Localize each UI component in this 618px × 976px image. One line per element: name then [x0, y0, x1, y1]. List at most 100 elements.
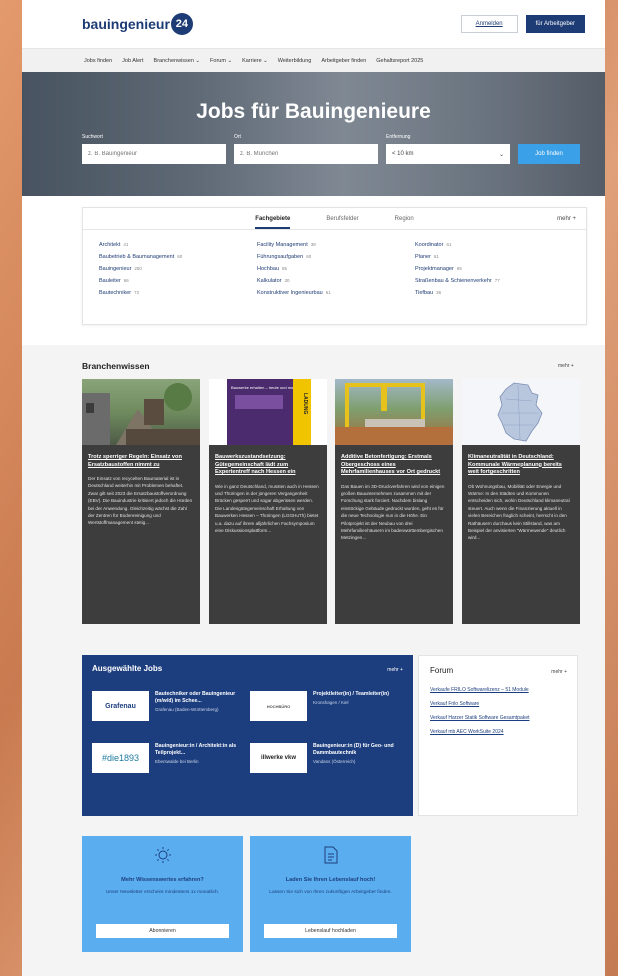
location-input[interactable] — [234, 144, 378, 164]
category-name: Facility Management — [257, 242, 308, 248]
category-item[interactable]: Planer 61 — [415, 254, 573, 260]
distance-select[interactable]: < 10 km ⌄ — [386, 144, 510, 164]
location-label: Ort — [234, 134, 241, 140]
company-logo: HOCHBÜRO — [250, 691, 307, 721]
category-item[interactable]: Baubetrieb & Baumanagement 60 — [99, 254, 257, 260]
job-item[interactable]: illwerke vkw Bauingenieur:in (D) für Geo… — [250, 743, 408, 773]
distance-value: < 10 km — [392, 151, 414, 157]
job-location: Kronshagen / Kiel — [313, 700, 349, 705]
page: bauingenieur 24 Anmelden für Arbeitgeber… — [22, 0, 605, 976]
login-button[interactable]: Anmelden — [460, 15, 518, 33]
category-item[interactable]: Konstruktiver Ingenieurbau 61 — [257, 290, 415, 296]
nav-item-karriere[interactable]: Karriere ⌄ — [242, 58, 268, 64]
category-item[interactable]: Straßenbau & Schienenverkehr 77 — [415, 278, 573, 284]
tab-fachgebiete[interactable]: Fachgebiete — [255, 216, 291, 229]
lightbulb-icon — [82, 846, 243, 869]
hero-title: Jobs für Bauingenieure — [196, 100, 431, 123]
forum-thread-link[interactable]: Verkauf mb AEC WorkSuite 2024 — [430, 729, 570, 736]
nav-item-jobs-finden[interactable]: Jobs finden — [84, 58, 112, 64]
employer-button[interactable]: für Arbeitgeber — [525, 15, 585, 33]
cv-upload-title: Laden Sie Ihren Lebenslauf hoch! — [285, 877, 376, 883]
subscribe-button[interactable]: Abonnieren — [96, 924, 229, 938]
article-title[interactable]: Bauwerkszustandsetzung: Gütegemeinschaft… — [209, 445, 327, 477]
forum-thread-link[interactable]: Verkauf Harzer Statik Software Gesamtpak… — [430, 715, 570, 722]
forum-more-link[interactable]: mehr + — [551, 669, 567, 675]
category-count: 66 — [123, 278, 129, 283]
category-name: Baubetrieb & Baumanagement — [99, 254, 175, 260]
article-title[interactable]: Trotz sperriger Regeln: Einsatz von Ersa… — [82, 445, 200, 469]
job-item[interactable]: #die1893 Bauingenieur:in / Architekt:in … — [92, 743, 250, 773]
category-item[interactable]: Führungsaufgaben 60 — [257, 254, 415, 260]
company-logo: Grafenau — [92, 691, 149, 721]
category-count: 38 — [310, 242, 316, 247]
category-name: Bautechniker — [99, 290, 132, 296]
article-card[interactable]: Trotz sperriger Regeln: Einsatz von Ersa… — [82, 379, 200, 624]
job-item[interactable]: Grafenau Bautechniker oder Bauingenieur … — [92, 691, 250, 721]
category-count: 61 — [433, 254, 439, 259]
document-icon — [250, 846, 411, 869]
category-count: 30 — [284, 278, 290, 283]
3d-printing-site-photo — [335, 383, 453, 445]
forum-thread-link[interactable]: Verkauf Frilo Software — [430, 701, 570, 708]
job-title[interactable]: Bauingenieur:in / Architekt:in als Teilp… — [155, 743, 250, 757]
categories-more-link[interactable]: mehr + — [557, 216, 576, 222]
category-item[interactable]: Architekt 41 — [99, 242, 257, 248]
tab-region[interactable]: Region — [395, 216, 414, 229]
poster-text: Bauwerke erhalten – heute und morgen — [231, 385, 301, 390]
category-name: Konstruktiver Ingenieurbau — [257, 290, 323, 296]
branchenwissen-more-link[interactable]: mehr + — [558, 363, 574, 369]
category-name: Koordinator — [415, 242, 444, 248]
category-name: Architekt — [99, 242, 121, 248]
category-name: Bauleiter — [99, 278, 121, 284]
job-location: Vandans (Österreich) — [313, 759, 356, 764]
nav-item-forum[interactable]: Forum ⌄ — [210, 58, 232, 64]
category-item[interactable]: Hochbau 85 — [257, 266, 415, 272]
article-image — [82, 379, 200, 445]
forum-thread-link[interactable]: Verkaufe FRILO Softwarelizenz – 51 Modul… — [430, 687, 570, 694]
nav-item-job-alert[interactable]: Job Alert — [122, 58, 143, 64]
nav-item-arbeitgeber-finden[interactable]: Arbeitgeber finden — [321, 58, 366, 64]
event-poster-image: Bauwerke erhalten – heute und morgen LAD… — [227, 379, 311, 445]
nav-item-weiterbildung[interactable]: Weiterbildung — [278, 58, 312, 64]
category-count: 61 — [325, 290, 331, 295]
category-item[interactable]: Tiefbau 36 — [415, 290, 573, 296]
category-item[interactable]: Facility Management 38 — [257, 242, 415, 248]
article-image — [335, 379, 453, 445]
search-input[interactable] — [82, 144, 226, 164]
construction-site-photo — [82, 383, 200, 445]
category-item[interactable]: Projektmanager 85 — [415, 266, 573, 272]
job-item[interactable]: HOCHBÜRO Projektleiter(in) / Teamleiter(… — [250, 691, 408, 721]
category-count: 61 — [446, 242, 452, 247]
article-title[interactable]: Klimaneutralität in Deutschland: Kommuna… — [462, 445, 580, 477]
category-name: Kalkulator — [257, 278, 282, 284]
category-box: Fachgebiete Berufsfelder Region mehr + A… — [82, 207, 587, 325]
job-title[interactable]: Projektleiter(in) / Teamleiter(in) — [313, 691, 389, 698]
category-item[interactable]: Bauleiter 66 — [99, 278, 257, 284]
category-item[interactable]: Koordinator 61 — [415, 242, 573, 248]
category-item[interactable]: Bautechniker 72 — [99, 290, 257, 296]
forum-title: Forum — [430, 666, 454, 675]
article-card[interactable]: Klimaneutralität in Deutschland: Kommuna… — [462, 379, 580, 624]
cv-upload-box: Laden Sie Ihren Lebenslauf hoch! Lassen … — [250, 836, 411, 952]
nav-item-gehaltsreport[interactable]: Gehaltsreport 2025 — [376, 58, 423, 64]
category-name: Tiefbau — [415, 290, 434, 296]
category-item[interactable]: Kalkulator 30 — [257, 278, 415, 284]
featured-jobs: Ausgewählte Jobs mehr + Grafenau Bautech… — [82, 655, 413, 816]
newsletter-box: Mehr Wissenswertes erfahren? Unser Newsl… — [82, 836, 243, 952]
article-card[interactable]: Additive Betonfertigung: Erstmals Oberge… — [335, 379, 453, 624]
article-title[interactable]: Additive Betonfertigung: Erstmals Oberge… — [335, 445, 453, 477]
nav-item-branchenwissen[interactable]: Branchenwissen ⌄ — [154, 58, 201, 64]
logo[interactable]: bauingenieur 24 — [82, 13, 193, 35]
category-count: 60 — [177, 254, 183, 259]
job-title[interactable]: Bautechniker oder Bauingenieur (m/w/d) i… — [155, 691, 250, 705]
category-item[interactable]: Bauingenieur 250 — [99, 266, 257, 272]
job-title[interactable]: Bauingenieur:in (D) für Geo- und Dammbau… — [313, 743, 408, 757]
tab-berufsfelder[interactable]: Berufsfelder — [326, 216, 358, 229]
find-jobs-button[interactable]: Job finden — [518, 144, 580, 164]
upload-cv-button[interactable]: Lebenslauf hochladen — [264, 924, 397, 938]
job-location: Grafenau (Baden-Württemberg) — [155, 707, 219, 712]
featured-jobs-more-link[interactable]: mehr + — [387, 667, 403, 673]
article-teaser: Der Einsatz von recycelten Baumaterial i… — [88, 476, 193, 526]
article-card[interactable]: Bauwerke erhalten – heute und morgen LAD… — [209, 379, 327, 624]
category-name: Planer — [415, 254, 431, 260]
